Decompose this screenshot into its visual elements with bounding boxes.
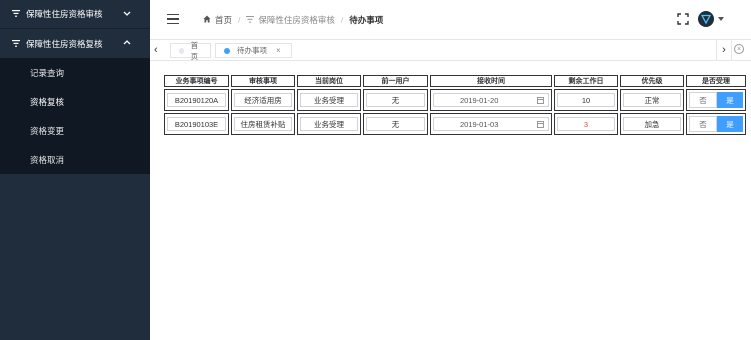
cell-accept: 否 是 xyxy=(686,89,746,111)
accept-button[interactable]: 是 xyxy=(717,116,743,132)
review-item-field[interactable]: 经济适用房 xyxy=(234,93,292,107)
breadcrumb-parent[interactable]: 保障性住房资格审核 xyxy=(258,14,335,26)
cell-item: 住房租赁补贴 xyxy=(231,113,295,135)
sidebar-group-review[interactable]: 保障性住房资格审核 xyxy=(0,0,150,29)
sidebar-group-recheck-label: 保障性住房资格复核 xyxy=(26,38,103,49)
cell-post: 业务受理 xyxy=(297,113,361,135)
priority-field[interactable]: 正常 xyxy=(623,93,681,107)
cell-prev-user: 无 xyxy=(363,113,428,135)
sidebar-item-label: 记录查询 xyxy=(30,67,65,78)
column-header: 业务事项编号 xyxy=(164,75,229,87)
breadcrumb-home[interactable]: 首页 xyxy=(215,14,232,26)
cell-received: 2019-01-20 xyxy=(430,89,552,111)
table-row: B20190120A 经济适用房 业务受理 无 2019-01-20 10 正常… xyxy=(164,89,746,111)
received-date-picker[interactable]: 2019-01-20 xyxy=(433,93,549,107)
current-post-field[interactable]: 业务受理 xyxy=(300,117,358,131)
received-date-value: 2019-01-03 xyxy=(460,119,499,129)
filter-icon xyxy=(12,39,20,49)
sidebar-item-label: 资格取消 xyxy=(30,154,65,165)
breadcrumb-separator: / xyxy=(238,15,241,25)
accept-toggle: 否 是 xyxy=(689,92,743,108)
caret-down-icon[interactable] xyxy=(718,17,724,21)
sidebar-item-label: 资格变更 xyxy=(30,125,65,136)
current-post-field[interactable]: 业务受理 xyxy=(300,93,358,107)
column-header: 审核事项 xyxy=(231,75,295,87)
sidebar: 保障性住房资格审核 保障性住房资格复核 记录查询 资格复核 资格变更 资格取消 xyxy=(0,0,150,340)
column-header: 当前岗位 xyxy=(297,75,361,87)
column-header: 剩余工作日 xyxy=(554,75,618,87)
tab-home[interactable]: 首页 xyxy=(170,41,211,61)
breadcrumb-separator: / xyxy=(340,15,344,25)
cell-prev-user: 无 xyxy=(363,89,428,111)
column-header: 优先级 xyxy=(620,75,684,87)
column-header: 接收时间 xyxy=(430,75,552,87)
tab-label: 待办事项 xyxy=(237,46,267,55)
accept-toggle: 否 是 xyxy=(689,116,743,132)
sidebar-item-qualification-cancel[interactable]: 资格取消 xyxy=(0,145,150,174)
remaining-days-field[interactable]: 3 xyxy=(557,117,615,131)
calendar-icon[interactable] xyxy=(537,120,544,128)
todo-table: 业务事项编号 审核事项 当前岗位 前一用户 接收时间 剩余工作日 优先级 是否受… xyxy=(162,73,748,137)
sidebar-group-recheck[interactable]: 保障性住房资格复核 xyxy=(0,29,150,58)
tab-todo[interactable]: 待办事项 × xyxy=(215,43,292,58)
column-header: 是否受理 xyxy=(686,75,746,87)
reject-button[interactable]: 否 xyxy=(689,92,717,108)
chevron-right-icon[interactable]: › xyxy=(716,40,732,60)
chevron-left-icon[interactable]: ‹ xyxy=(154,44,164,56)
breadcrumb-current: 待办事项 xyxy=(349,15,384,25)
calendar-icon[interactable] xyxy=(537,96,544,104)
sidebar-item-qualification-recheck[interactable]: 资格复核 xyxy=(0,87,150,116)
previous-user-field[interactable]: 无 xyxy=(366,93,425,107)
cell-id: B20190103E xyxy=(164,113,229,135)
cell-priority: 加急 xyxy=(620,113,684,135)
fullscreen-icon[interactable] xyxy=(677,13,689,25)
sidebar-item-record-query[interactable]: 记录查询 xyxy=(0,58,150,87)
breadcrumb: 首页 / 保障性住房资格审核 / 待办事项 xyxy=(203,14,383,26)
cell-priority: 正常 xyxy=(620,89,684,111)
cell-id: B20190120A xyxy=(164,89,229,111)
sidebar-item-label: 资格复核 xyxy=(30,96,65,107)
tab-status-dot xyxy=(179,47,184,54)
table-row: B20190103E 住房租赁补贴 业务受理 无 2019-01-03 3 加急… xyxy=(164,113,746,135)
sidebar-group-review-label: 保障性住房资格审核 xyxy=(26,9,103,19)
cell-accept: 否 是 xyxy=(686,113,746,135)
filter-icon xyxy=(12,9,20,19)
tab-status-dot xyxy=(224,47,230,54)
business-id-field[interactable]: B20190120A xyxy=(167,93,226,107)
main-content: 业务事项编号 审核事项 当前岗位 前一用户 接收时间 剩余工作日 优先级 是否受… xyxy=(150,61,751,340)
accept-button[interactable]: 是 xyxy=(717,92,743,108)
cell-item: 经济适用房 xyxy=(231,89,295,111)
chevron-up-icon xyxy=(122,38,132,48)
hamburger-menu-icon[interactable] xyxy=(167,14,179,24)
avatar[interactable] xyxy=(698,11,714,27)
remaining-days-field[interactable]: 10 xyxy=(557,93,615,107)
tags-view-bar: ‹ 首页 待办事项 × › × xyxy=(150,39,751,61)
home-icon xyxy=(203,15,211,25)
reject-button[interactable]: 否 xyxy=(689,116,717,132)
business-id-field[interactable]: B20190103E xyxy=(167,117,226,131)
chevron-down-icon xyxy=(122,9,132,19)
filter-icon xyxy=(246,15,255,25)
table-header-row: 业务事项编号 审核事项 当前岗位 前一用户 接收时间 剩余工作日 优先级 是否受… xyxy=(164,75,746,87)
sidebar-submenu: 记录查询 资格复核 资格变更 资格取消 xyxy=(0,58,150,174)
cell-remaining: 3 xyxy=(554,113,618,135)
review-item-field[interactable]: 住房租赁补贴 xyxy=(234,117,292,131)
cell-remaining: 10 xyxy=(554,89,618,111)
cell-post: 业务受理 xyxy=(297,89,361,111)
close-icon[interactable]: × xyxy=(276,46,281,55)
tab-label: 首页 xyxy=(190,40,199,61)
received-date-picker[interactable]: 2019-01-03 xyxy=(433,117,549,131)
top-navbar: 首页 / 保障性住房资格审核 / 待办事项 xyxy=(150,0,751,39)
cell-received: 2019-01-03 xyxy=(430,113,552,135)
received-date-value: 2019-01-20 xyxy=(460,95,499,105)
previous-user-field[interactable]: 无 xyxy=(366,117,425,131)
column-header: 前一用户 xyxy=(363,75,428,87)
priority-field[interactable]: 加急 xyxy=(623,117,681,131)
sidebar-item-qualification-change[interactable]: 资格变更 xyxy=(0,116,150,145)
close-all-tabs-icon[interactable]: × xyxy=(734,44,744,54)
